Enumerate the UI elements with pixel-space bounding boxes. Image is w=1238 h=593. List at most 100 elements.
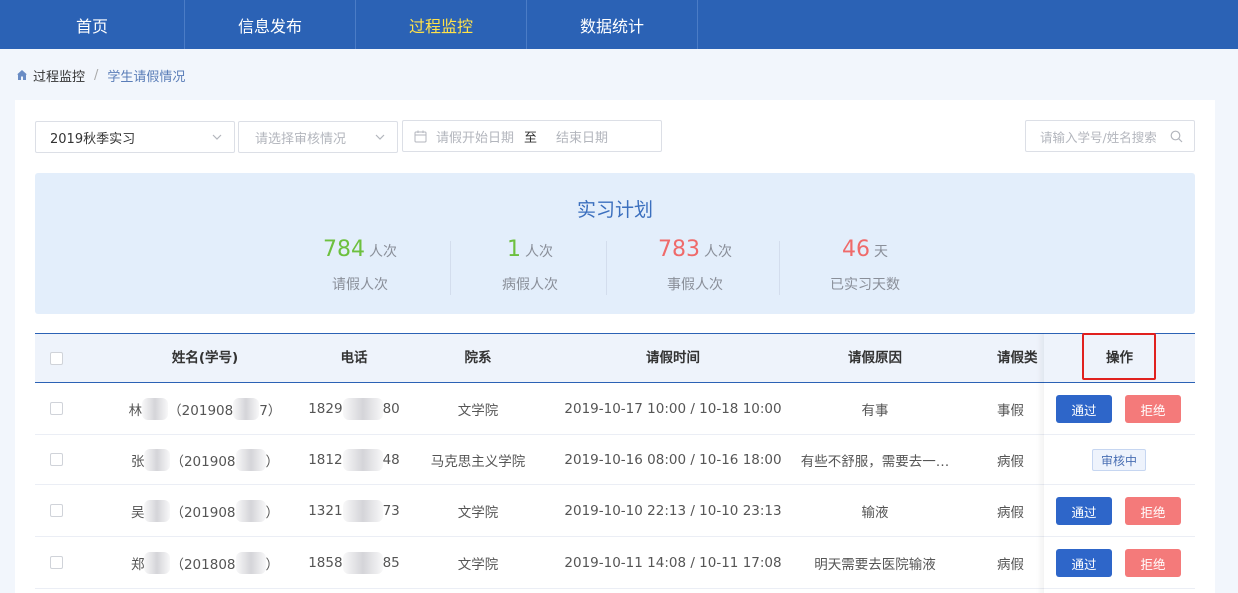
review-status-select[interactable]: 请选择审核情况 bbox=[238, 121, 398, 153]
stat-unit: 人次 bbox=[525, 244, 553, 260]
header-reason: 请假原因 bbox=[848, 350, 902, 366]
stat-label: 事假人次 bbox=[667, 277, 723, 293]
cell-time: 2019-10-11 14:08 / 10-11 17:08 bbox=[564, 554, 782, 571]
redacted-block bbox=[235, 499, 266, 522]
row-checkbox-cell bbox=[35, 435, 77, 484]
cell-dept: 文学院 bbox=[457, 402, 499, 419]
cell-reason: 有事 bbox=[861, 402, 889, 419]
row-checkbox[interactable] bbox=[49, 402, 63, 415]
cell-phone: 1829 80 bbox=[295, 383, 413, 434]
stat-practice-days: 46 天 已实习天数 bbox=[795, 237, 935, 297]
table-row: 张 （201908 ） 1812 48 马克思主义学院 2019-10-16 08:0… bbox=[35, 435, 1195, 485]
redacted-block bbox=[142, 397, 169, 420]
stat-personal-leave: 783 人次 事假人次 bbox=[625, 237, 765, 297]
header-checkbox-cell bbox=[35, 334, 77, 382]
search-input[interactable]: 请输入学号/姓名搜索 bbox=[1025, 120, 1195, 152]
stat-unit: 天 bbox=[874, 244, 888, 260]
cell-dept: 马克思主义学院 bbox=[430, 453, 526, 470]
phone-suffix-text: 48 bbox=[382, 451, 400, 468]
end-date-input[interactable]: 结束日期 bbox=[556, 127, 608, 146]
id-text: （201808 bbox=[170, 556, 236, 573]
chevron-down-icon bbox=[212, 134, 222, 140]
ops-header-cell: 操作 bbox=[1044, 333, 1195, 383]
nav-item-home[interactable]: 首页 bbox=[0, 0, 185, 49]
phone-text: 1858 bbox=[308, 554, 343, 571]
id-suffix-text: ） bbox=[265, 556, 280, 573]
stat-value: 783 bbox=[658, 237, 700, 262]
phone-text: 1812 bbox=[308, 451, 343, 468]
redacted-block bbox=[144, 499, 171, 522]
stat-sick-leave: 1 人次 病假人次 bbox=[460, 237, 600, 297]
calendar-icon bbox=[414, 130, 427, 142]
header-dept: 院系 bbox=[464, 350, 492, 366]
table-row: 郑 （201808 ） 1858 85 文学院 2019-10-11 14:08 / … bbox=[35, 537, 1195, 589]
stat-divider bbox=[779, 241, 780, 295]
stat-total-leave: 784 人次 请假人次 bbox=[290, 237, 430, 297]
operations-column: 操作 通过 拒绝 审核中 通过 拒绝 通过 拒绝 bbox=[1044, 333, 1195, 593]
id-suffix-text: ） bbox=[265, 453, 280, 470]
phone-text: 1321 bbox=[308, 502, 343, 519]
stat-label: 病假人次 bbox=[502, 277, 558, 293]
cell-phone: 1812 48 bbox=[295, 435, 413, 484]
nav-item-publish[interactable]: 信息发布 bbox=[185, 0, 356, 49]
redacted-block bbox=[233, 397, 260, 420]
phone-suffix-text: 85 bbox=[382, 554, 400, 571]
reject-button[interactable]: 拒绝 bbox=[1125, 395, 1181, 423]
semester-select[interactable]: 2019秋季实习 bbox=[35, 121, 235, 153]
row-checkbox-cell bbox=[35, 485, 77, 536]
review-status-placeholder: 请选择审核情况 bbox=[255, 131, 347, 147]
select-all-checkbox[interactable] bbox=[49, 351, 63, 365]
id-suffix-text: ） bbox=[265, 504, 280, 521]
search-icon[interactable] bbox=[1170, 130, 1183, 143]
leave-table: 姓名(学号) 电话 院系 请假时间 请假原因 请假类 林 （201908 7） 18… bbox=[35, 333, 1195, 593]
name-text: 林 bbox=[128, 402, 143, 419]
cell-type: 病假 bbox=[997, 504, 1024, 521]
row-checkbox[interactable] bbox=[49, 453, 63, 466]
row-divider bbox=[1044, 588, 1195, 589]
stat-divider bbox=[450, 241, 451, 295]
chevron-down-icon bbox=[375, 134, 385, 140]
header-name: 姓名(学号) bbox=[171, 350, 239, 366]
cell-name: 张 （201908 ） bbox=[115, 435, 295, 484]
start-date-input[interactable]: 请假开始日期 bbox=[436, 127, 516, 146]
stat-unit: 人次 bbox=[704, 244, 732, 260]
cell-phone: 1858 85 bbox=[295, 537, 413, 588]
redacted-block bbox=[235, 448, 266, 471]
id-text: （201908 bbox=[170, 504, 236, 521]
stats-title: 实习计划 bbox=[576, 199, 653, 221]
main-panel: 2019秋季实习 请选择审核情况 请假开始日期 至 结束日期 请输入学号/姓名搜… bbox=[15, 100, 1215, 593]
cell-type: 事假 bbox=[997, 402, 1024, 419]
table-header: 姓名(学号) 电话 院系 请假时间 请假原因 请假类 bbox=[35, 333, 1195, 383]
home-icon bbox=[17, 70, 27, 80]
redacted-block bbox=[144, 448, 171, 471]
table-row: 吴 （201908 ） 1321 73 文学院 2019-10-10 22:13 / … bbox=[35, 485, 1195, 537]
cell-dept: 文学院 bbox=[457, 504, 499, 521]
top-nav: 首页 信息发布 过程监控 数据统计 bbox=[0, 0, 1238, 49]
id-text: （201908 bbox=[170, 453, 236, 470]
reject-button[interactable]: 拒绝 bbox=[1125, 549, 1181, 577]
semester-select-value: 2019秋季实习 bbox=[50, 131, 136, 147]
breadcrumb-parent[interactable]: 过程监控 bbox=[33, 66, 85, 85]
cell-name: 郑 （201808 ） bbox=[115, 537, 295, 588]
row-checkbox[interactable] bbox=[49, 556, 63, 569]
row-divider bbox=[1044, 434, 1195, 435]
pending-badge: 审核中 bbox=[1092, 449, 1147, 471]
row-checkbox-cell bbox=[35, 383, 77, 434]
phone-text: 1829 bbox=[308, 400, 343, 417]
reject-button[interactable]: 拒绝 bbox=[1125, 497, 1181, 525]
approve-button[interactable]: 通过 bbox=[1056, 497, 1112, 525]
date-range-picker[interactable]: 请假开始日期 至 结束日期 bbox=[402, 120, 662, 152]
stat-value: 1 bbox=[507, 237, 521, 262]
approve-button[interactable]: 通过 bbox=[1056, 395, 1112, 423]
stat-label: 已实习天数 bbox=[830, 277, 900, 293]
approve-button[interactable]: 通过 bbox=[1056, 549, 1112, 577]
row-divider bbox=[1044, 536, 1195, 537]
name-text: 张 bbox=[130, 453, 145, 470]
table-row: 林 （201908 7） 1829 80 文学院 2019-10-17 10:00 /… bbox=[35, 383, 1195, 435]
row-checkbox[interactable] bbox=[49, 504, 63, 517]
name-text: 吴 bbox=[130, 504, 145, 521]
date-separator: 至 bbox=[524, 130, 538, 146]
nav-item-statistics[interactable]: 数据统计 bbox=[527, 0, 698, 49]
breadcrumb-separator: / bbox=[94, 67, 99, 83]
nav-item-monitor[interactable]: 过程监控 bbox=[356, 0, 527, 49]
